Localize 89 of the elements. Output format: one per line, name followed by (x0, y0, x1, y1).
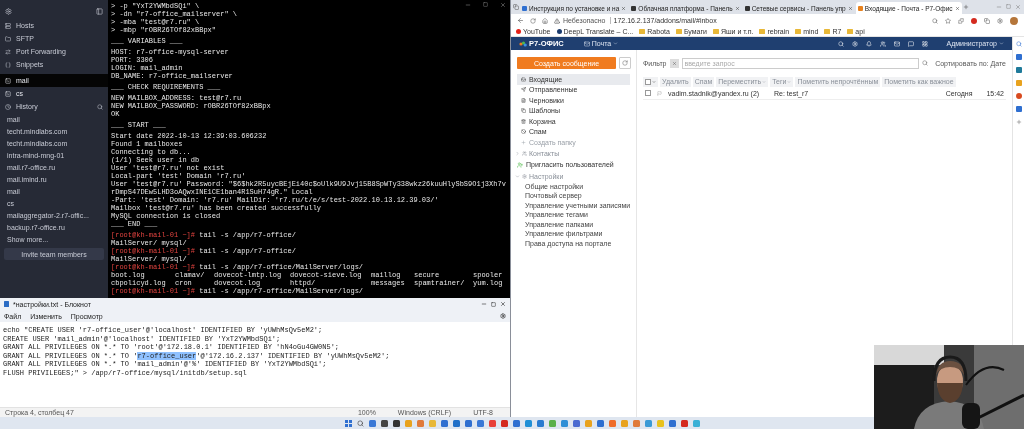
trash-icon (521, 118, 526, 124)
favicon-icon (631, 5, 637, 11)
puzzle-icon (958, 17, 964, 24)
inbox-icon (521, 76, 526, 82)
document-icon (521, 97, 526, 103)
home-icon (542, 17, 548, 24)
settings-icon (522, 173, 527, 179)
search-icon (922, 60, 929, 66)
panel-icon (96, 7, 103, 15)
send-icon (521, 87, 526, 93)
folder-icon (639, 29, 646, 34)
plus-icon (1015, 119, 1022, 125)
favicon-icon (516, 29, 521, 34)
close-icon (500, 2, 506, 8)
favicon-icon (744, 5, 750, 11)
caret-icon (787, 79, 792, 84)
close-icon (621, 5, 627, 11)
search-icon (838, 40, 845, 47)
select-all-checkbox[interactable] (643, 76, 658, 87)
minimize-icon (465, 2, 471, 8)
clock-icon (5, 103, 11, 110)
search-icon (97, 103, 103, 110)
windows-logo-icon[interactable] (345, 419, 352, 427)
maximize-icon (491, 301, 496, 307)
caret-icon (762, 79, 767, 84)
caret-icon (652, 79, 656, 84)
refresh-button[interactable] (619, 57, 631, 69)
mail-icon (583, 40, 590, 47)
flag-icon (657, 90, 662, 96)
folder-icon (759, 29, 766, 34)
braces-icon (5, 61, 11, 68)
search-icon (932, 17, 938, 24)
arrows-icon (5, 48, 11, 55)
close-icon (500, 301, 506, 307)
folder-icon (824, 29, 831, 34)
favicon-icon (857, 5, 863, 11)
folder-icon (675, 29, 682, 34)
favicon-icon (522, 5, 527, 11)
close-icon (847, 5, 853, 11)
minimize-icon (481, 301, 487, 307)
close-icon (1015, 4, 1021, 10)
logo-icon (519, 40, 527, 47)
notepad-icon (4, 301, 9, 307)
search-icon[interactable] (357, 419, 364, 427)
minimize-icon (996, 4, 1002, 10)
copy-icon (521, 108, 526, 114)
settings-icon (852, 40, 859, 47)
app-icon[interactable] (971, 17, 977, 24)
caret-icon (515, 150, 520, 156)
back-icon (517, 17, 524, 24)
tabs-icon (513, 4, 519, 10)
caret-icon (999, 41, 1004, 46)
collections-icon (984, 17, 990, 24)
warning-icon (554, 17, 560, 24)
folder-icon (795, 29, 802, 34)
reload-icon (530, 17, 536, 24)
bell-icon (866, 40, 873, 47)
plus-icon (521, 139, 526, 145)
clear-icon (671, 60, 677, 66)
server-icon (5, 22, 11, 29)
close-icon (954, 5, 960, 11)
clear-button[interactable] (669, 58, 679, 68)
chat-icon (908, 40, 915, 47)
caret-icon (613, 41, 619, 46)
close-icon (734, 5, 740, 11)
grid-icon (922, 40, 929, 47)
favicon-icon (556, 29, 562, 34)
new-tab-icon (962, 4, 969, 10)
people-icon (880, 40, 887, 47)
avatar-icon[interactable] (1010, 16, 1018, 25)
settings-icon (997, 17, 1003, 24)
block-icon (521, 129, 526, 135)
maximize-icon (1006, 4, 1011, 9)
star-icon (945, 17, 951, 24)
message-checkbox[interactable] (645, 90, 651, 96)
refresh-icon (622, 60, 628, 66)
search-icon (1015, 41, 1022, 47)
people-icon (522, 150, 527, 156)
folder-icon (712, 29, 719, 34)
terminal-icon (5, 90, 11, 97)
add-user-icon (517, 161, 523, 168)
terminal-icon (5, 77, 11, 84)
settings-icon (500, 313, 506, 319)
caret-icon (515, 173, 520, 179)
folder-icon (847, 29, 854, 34)
mail-icon (894, 40, 901, 47)
settings-icon (5, 7, 12, 15)
maximize-icon (483, 2, 488, 7)
folder-icon (5, 35, 11, 42)
